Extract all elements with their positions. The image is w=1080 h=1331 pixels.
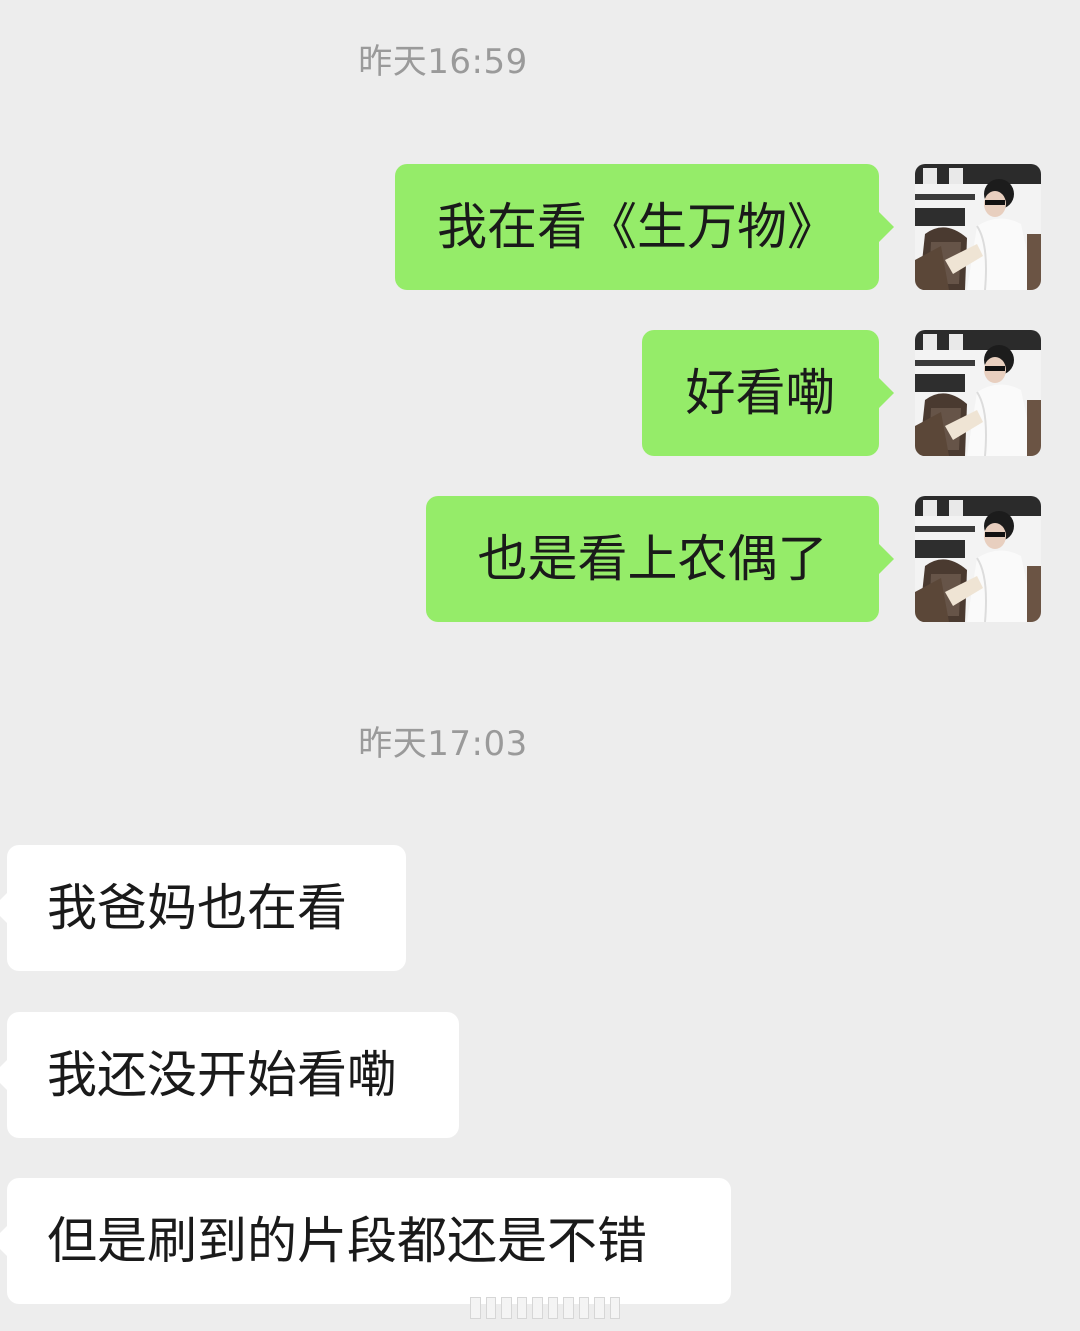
chat-conversation[interactable]: 昨天16:59 我在看《生万物》 好看嘞 也是看上农偶了 昨天17:03 我爸妈… — [0, 0, 1080, 1331]
received-message-bubble[interactable]: 我还没开始看嘞 — [0, 1012, 459, 1138]
avatar-photo-icon — [915, 164, 1041, 290]
message-text: 但是刷到的片段都还是不错 — [47, 1212, 647, 1270]
user-avatar[interactable] — [915, 164, 1041, 290]
message-text: 也是看上农偶了 — [477, 530, 828, 588]
watermark-stripe — [470, 1296, 620, 1320]
message-text: 我还没开始看嘞 — [47, 1046, 397, 1104]
avatar-photo-icon — [915, 496, 1041, 622]
avatar-photo-icon — [915, 330, 1041, 456]
sent-message-bubble[interactable]: 好看嘞 — [642, 330, 894, 456]
received-message-bubble[interactable]: 我爸妈也在看 — [0, 845, 406, 971]
message-text: 好看嘞 — [685, 364, 836, 422]
received-message-bubble[interactable]: 但是刷到的片段都还是不错 — [0, 1178, 731, 1304]
timestamp: 昨天17:03 — [358, 724, 528, 764]
message-text: 我在看《生万物》 — [437, 198, 837, 256]
user-avatar[interactable] — [915, 330, 1041, 456]
sent-message-bubble[interactable]: 也是看上农偶了 — [426, 496, 894, 622]
timestamp: 昨天16:59 — [358, 42, 528, 82]
user-avatar[interactable] — [915, 496, 1041, 622]
message-text: 我爸妈也在看 — [47, 879, 347, 937]
sent-message-bubble[interactable]: 我在看《生万物》 — [395, 164, 894, 290]
